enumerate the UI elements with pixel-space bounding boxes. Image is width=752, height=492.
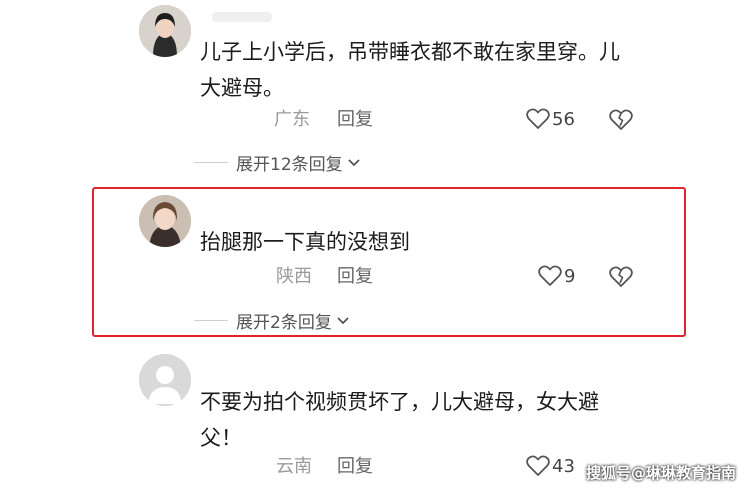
region-label: 广东 — [274, 109, 310, 130]
broken-heart-icon — [609, 109, 633, 130]
expand-replies-button[interactable]: 展开2条回复 — [194, 308, 350, 333]
user-avatar-photo — [139, 195, 191, 247]
comment-text: 不要为拍个视频贯坏了，儿大避母，女大避 父！ — [200, 384, 650, 456]
avatar[interactable] — [139, 354, 191, 406]
comment-meta: 广东 回复 56 — [0, 105, 752, 135]
user-avatar-photo — [139, 5, 191, 57]
comment-text: 抬腿那一下真的没想到 — [200, 224, 650, 260]
comment-meta: 陕西 回复 9 — [0, 262, 752, 292]
expand-replies-label: 展开2条回复 — [236, 313, 332, 333]
region-label: 陕西 — [276, 266, 312, 287]
broken-heart-icon — [609, 266, 633, 287]
expand-replies-button[interactable]: 展开12条回复 — [194, 150, 361, 175]
dislike-button[interactable] — [609, 266, 633, 292]
comment-text-line: 大避母。 — [200, 76, 284, 100]
region-label: 云南 — [276, 456, 312, 477]
reply-button[interactable]: 回复 — [337, 452, 373, 482]
comment-text-line: 不要为拍个视频贯坏了，儿大避母，女大避 — [200, 390, 599, 414]
heart-outline-icon — [538, 265, 562, 286]
avatar[interactable] — [139, 5, 191, 57]
comment-text: 儿子上小学后，吊带睡衣都不敢在家里穿。儿 大避母。 — [200, 34, 650, 106]
default-avatar-icon — [139, 354, 191, 406]
like-button[interactable]: 56 — [526, 108, 575, 130]
comment-text-line: 父！ — [200, 426, 242, 450]
reply-button[interactable]: 回复 — [337, 105, 373, 135]
expand-replies-label: 展开12条回复 — [236, 155, 343, 175]
heart-outline-icon — [526, 108, 550, 129]
like-button[interactable]: 43 — [526, 455, 575, 477]
like-count: 56 — [552, 108, 575, 130]
username-blurred — [212, 12, 272, 22]
chevron-down-icon — [348, 158, 360, 166]
heart-outline-icon — [526, 455, 550, 476]
chevron-down-icon — [337, 316, 349, 324]
avatar[interactable] — [139, 195, 191, 247]
dislike-button[interactable] — [609, 109, 633, 135]
reply-button[interactable]: 回复 — [337, 262, 373, 292]
watermark: 搜狐号@琳琳教育指南 — [586, 464, 737, 482]
comment-text-line: 抬腿那一下真的没想到 — [200, 230, 410, 254]
divider-dash — [194, 320, 228, 321]
like-button[interactable]: 9 — [538, 265, 575, 287]
comment-text-line: 儿子上小学后，吊带睡衣都不敢在家里穿。儿 — [200, 40, 620, 64]
divider-dash — [194, 162, 228, 163]
like-count: 9 — [564, 265, 576, 287]
like-count: 43 — [552, 455, 575, 477]
